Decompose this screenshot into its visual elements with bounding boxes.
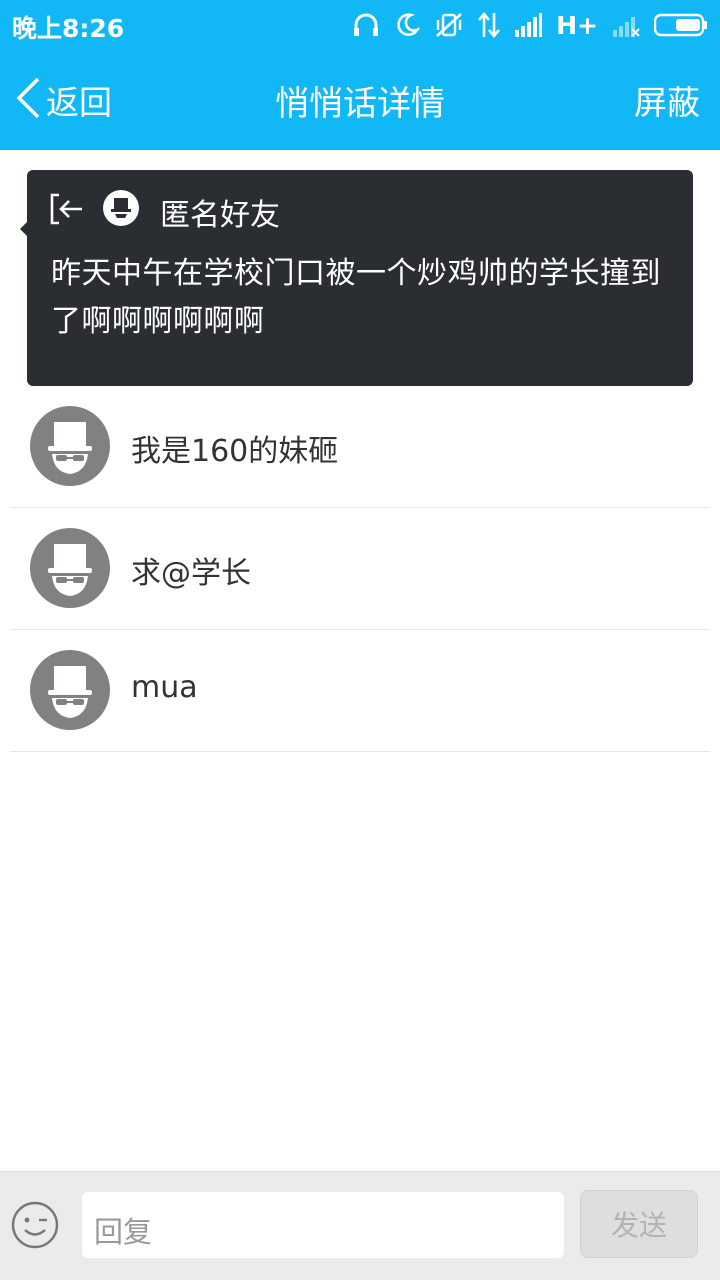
list-item[interactable]: 求@学长 bbox=[10, 508, 710, 630]
anonymous-avatar-icon bbox=[30, 528, 110, 608]
status-bar: 晚上8:26 H+ bbox=[0, 0, 720, 50]
exit-icon[interactable] bbox=[49, 192, 85, 230]
headphones-icon bbox=[352, 11, 380, 39]
signal-icon bbox=[514, 12, 543, 38]
header: 返回 悄悄话详情 屏蔽 bbox=[0, 50, 720, 150]
reply-list: 我是160的妹砸 求@学长 mua bbox=[10, 386, 710, 752]
page-title: 悄悄话详情 bbox=[275, 84, 445, 124]
whisper-card: 匿名好友 昨天中午在学校门口被一个炒鸡帅的学长撞到了啊啊啊啊啊啊 bbox=[20, 170, 693, 386]
vibrate-off-icon bbox=[434, 11, 464, 39]
anonymous-avatar-icon bbox=[103, 190, 139, 226]
reply-text: 求@学长 bbox=[131, 556, 251, 591]
reply-text: 我是160的妹砸 bbox=[131, 434, 339, 469]
emoji-icon[interactable] bbox=[10, 1200, 60, 1250]
send-button[interactable]: 发送 bbox=[580, 1190, 698, 1258]
block-button[interactable]: 屏蔽 bbox=[634, 76, 700, 124]
anonymous-avatar-icon bbox=[30, 406, 110, 486]
signal-weak-icon bbox=[612, 12, 640, 38]
network-type: H+ bbox=[556, 10, 598, 40]
moon-icon bbox=[394, 12, 421, 38]
status-icons: H+ bbox=[352, 8, 708, 42]
data-transfer-icon bbox=[478, 11, 501, 39]
battery-icon bbox=[654, 12, 708, 38]
whisper-content: 昨天中午在学校门口被一个炒鸡帅的学长撞到了啊啊啊啊啊啊 bbox=[51, 256, 661, 339]
status-time: 晚上8:26 bbox=[12, 14, 125, 43]
reply-input-bar: 发送 bbox=[0, 1171, 720, 1280]
list-item[interactable]: 我是160的妹砸 bbox=[10, 386, 710, 508]
whisper-author: 匿名好友 bbox=[160, 198, 280, 233]
reply-input[interactable] bbox=[82, 1192, 564, 1258]
reply-text: mua bbox=[131, 670, 198, 705]
anonymous-avatar-icon bbox=[30, 650, 110, 730]
list-item[interactable]: mua bbox=[10, 630, 710, 752]
